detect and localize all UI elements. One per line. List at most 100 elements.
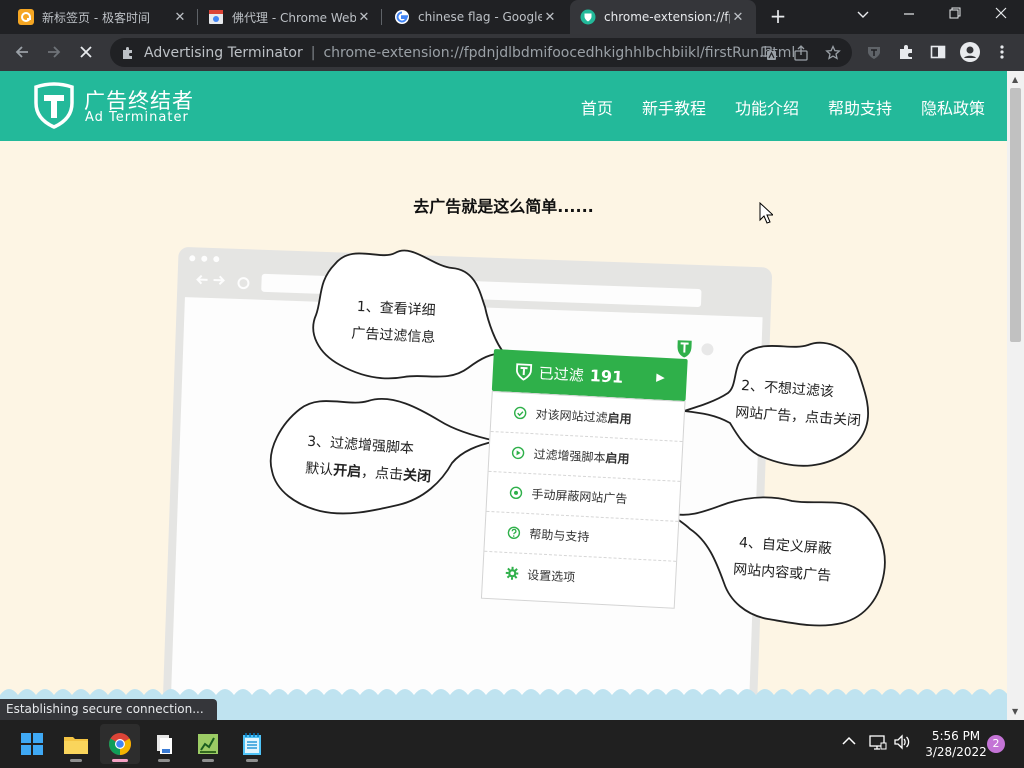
tab-title: 新标签页 - 极客时间 — [42, 10, 150, 25]
chrome-web-store-icon — [208, 9, 224, 25]
close-window-button[interactable] — [978, 0, 1024, 30]
network-icon — [869, 735, 887, 750]
stop-icon — [80, 46, 92, 58]
running-indicator — [158, 759, 170, 762]
restore-icon — [949, 7, 961, 19]
document-stack-icon — [157, 735, 172, 754]
windows-taskbar: 5:56 PM 3/28/2022 — [0, 720, 1024, 768]
show-hidden-icons-button[interactable] — [842, 734, 856, 750]
puzzle-icon — [900, 45, 912, 59]
menu-item-state: 启用 — [607, 411, 632, 427]
geek-time-icon — [18, 9, 34, 25]
back-button[interactable] — [8, 38, 36, 66]
bubble-3-text: 3、过滤增强脚本 默认开启，点击关闭 — [304, 429, 433, 492]
bubble-4-text: 4、自定义屏蔽 网站内容或广告 — [732, 530, 834, 591]
arrow-left-icon — [15, 46, 28, 58]
google-icon — [394, 9, 410, 25]
page-content: 广告终结者 Ad Terminater 首页 新手教程 功能介绍 帮助支持 隐私… — [0, 71, 1007, 720]
tab-title: chrome-extension://fp — [604, 10, 730, 24]
shield-icon — [868, 47, 880, 59]
taskbar-chrome[interactable] — [100, 724, 140, 764]
mouse-cursor-icon — [759, 202, 773, 224]
site-name: Advertising Terminator — [144, 44, 303, 61]
chevron-down-icon — [857, 11, 869, 18]
forward-button[interactable] — [40, 38, 68, 66]
profile-button[interactable] — [956, 38, 984, 66]
close-icon[interactable]: ✕ — [730, 10, 746, 25]
folder-icon — [64, 737, 88, 754]
taskbar-notepad[interactable] — [232, 724, 272, 764]
browser-toolbar: Advertising Terminator | chrome-extensio… — [0, 34, 1024, 71]
volume-button[interactable] — [893, 734, 911, 754]
side-panel-button[interactable] — [924, 38, 952, 66]
bubble-3-text-part: ，点击 — [360, 464, 404, 484]
tab-separator — [381, 9, 382, 25]
scroll-down-arrow-icon[interactable]: ▼ — [1012, 707, 1018, 716]
clock-time: 5:56 PM — [931, 729, 981, 743]
avatar — [960, 42, 980, 62]
bookmark-star-icon[interactable] — [824, 44, 842, 62]
popup-menu: 对该网站过滤 启用 过滤增强脚本 启用 手动屏蔽网站广告 帮助与支持 设置选项 — [480, 390, 686, 609]
extensions-button[interactable] — [892, 38, 920, 66]
restore-button[interactable] — [932, 0, 978, 30]
chrome-menu-button[interactable] — [988, 38, 1016, 66]
running-indicator — [246, 759, 258, 762]
address-bar[interactable]: Advertising Terminator | chrome-extensio… — [110, 38, 852, 67]
menu-item-state: 启用 — [605, 450, 630, 467]
notification-badge[interactable]: 2 — [987, 735, 1005, 753]
status-bubble: Establishing secure connection... — [0, 699, 217, 720]
new-tab-button[interactable]: + — [766, 4, 790, 28]
side-panel-icon — [930, 45, 946, 59]
clock-date: 3/28/2022 — [925, 745, 987, 759]
bubble-1-line-2: 广告过滤信息 — [350, 325, 436, 347]
shield-icon — [516, 363, 533, 381]
clock[interactable]: 5:56 PM 3/28/2022 — [918, 728, 994, 760]
page-scrollbar[interactable]: ▲ ▼ — [1007, 71, 1024, 720]
tab-title: chinese flag - Google S — [418, 10, 542, 24]
close-icon[interactable]: ✕ — [542, 10, 558, 25]
network-button[interactable] — [869, 734, 887, 754]
stop-loading-button[interactable] — [72, 38, 100, 66]
share-icon[interactable] — [792, 44, 810, 62]
bubble-3-bold-close: 关闭 — [402, 467, 432, 486]
tab-title: 佛代理 - Chrome Web — [232, 10, 356, 25]
question-circle-icon — [507, 526, 521, 540]
url-text[interactable]: chrome-extension://fpdnjdlbdmifoocedhkig… — [323, 45, 795, 61]
menu-item-label: 帮助与支持 — [528, 527, 590, 545]
close-icon[interactable]: ✕ — [356, 10, 372, 25]
menu-item-label: 对该网站过滤 — [535, 407, 608, 426]
windows-logo-icon — [21, 733, 43, 755]
filtered-count: 191 — [589, 365, 624, 387]
play-arrow-icon: ▶ — [655, 370, 666, 384]
minimize-button[interactable] — [886, 0, 932, 30]
tab-geek-time[interactable]: 新标签页 - 极客时间 ✕ — [8, 0, 198, 34]
scroll-thumb[interactable] — [1010, 88, 1021, 342]
close-icon[interactable]: ✕ — [172, 10, 188, 25]
translate-icon[interactable] — [760, 44, 778, 62]
bubble-1-line-1: 1、查看详细 — [356, 298, 437, 320]
check-circle-icon — [513, 406, 527, 420]
speaker-icon — [894, 734, 910, 750]
taskbar-app-chart[interactable] — [188, 724, 228, 764]
taskbar-file-explorer[interactable] — [56, 724, 96, 764]
tab-chrome-web-store[interactable]: 佛代理 - Chrome Web ✕ — [198, 0, 382, 34]
arrow-right-icon — [48, 46, 61, 58]
bubble-3-bold-open: 开启 — [332, 462, 362, 481]
tab-extension-active[interactable]: chrome-extension://fp ✕ — [570, 0, 756, 34]
close-icon — [995, 7, 1007, 19]
tab-search-button[interactable] — [840, 0, 886, 30]
running-indicator — [202, 759, 214, 762]
running-indicator — [70, 759, 82, 762]
extension-puzzle-icon[interactable] — [120, 45, 136, 61]
start-button[interactable] — [12, 724, 52, 764]
tab-google-search[interactable]: chinese flag - Google S ✕ — [384, 0, 568, 34]
menu-item-label: 设置选项 — [526, 567, 576, 585]
divider: | — [310, 44, 316, 61]
menu-item-label: 过滤增强脚本 — [533, 447, 606, 465]
taskbar-app-files[interactable] — [144, 724, 184, 764]
filtered-label: 已过滤 — [538, 363, 585, 385]
scroll-up-arrow-icon[interactable]: ▲ — [1012, 75, 1018, 84]
notepad-icon — [243, 733, 261, 755]
ad-terminator-extension-button[interactable] — [860, 38, 888, 66]
more-vertical-icon — [1000, 45, 1004, 59]
